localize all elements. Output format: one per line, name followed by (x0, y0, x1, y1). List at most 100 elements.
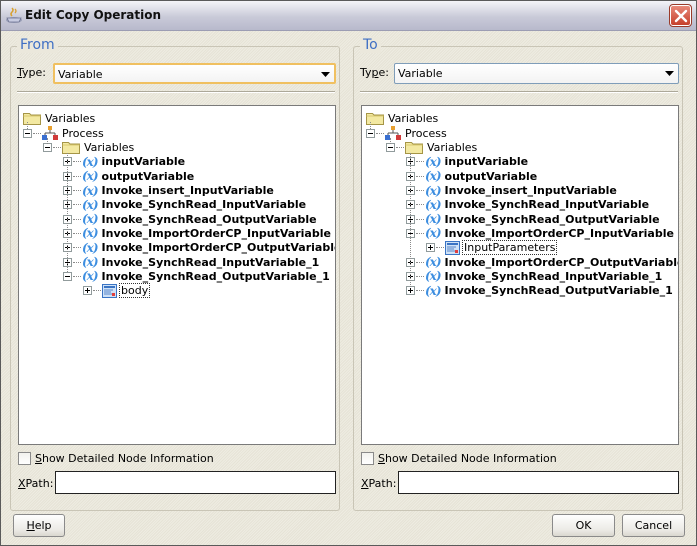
tree-node[interactable]: (x) Invoke_SynchRead_InputVariable_1 (406, 269, 662, 283)
tree-node-label: Variables (388, 111, 439, 125)
tree-node[interactable]: (x) inputVariable (63, 155, 185, 169)
tree-node-label: outputVariable (101, 169, 195, 183)
variable-icon: (x) (425, 169, 441, 184)
tree-node-label: Invoke_SynchRead_OutputVariable_1 (444, 284, 673, 298)
variable-icon: (x) (425, 183, 441, 198)
tree-node-label: Invoke_ImportOrderCP_InputVariable (444, 226, 674, 240)
variable-icon: (x) (425, 226, 441, 241)
tree-connector (436, 247, 444, 249)
chevron-down-icon (321, 72, 330, 77)
tree-connector (73, 218, 81, 220)
variable-icon: (x) (82, 183, 98, 198)
tree-connector (47, 138, 48, 144)
tree-node[interactable]: (x) Invoke_ImportOrderCP_OutputVariable (406, 255, 679, 269)
tree-node[interactable]: Variables (366, 111, 438, 125)
tree-connector (376, 132, 384, 134)
title-bar[interactable]: Edit Copy Operation (1, 1, 696, 31)
tree-node[interactable]: InputParameters (426, 240, 558, 256)
from-group: From Type: Variable Variables Process Vari… (10, 37, 340, 511)
variable-icon: (x) (425, 154, 441, 169)
tree-connector (416, 161, 424, 163)
tree-node-label: Invoke_SynchRead_InputVariable_1 (444, 269, 663, 283)
tree-node-label: Process (62, 126, 104, 140)
tree-connector (416, 290, 424, 292)
tree-node[interactable]: (x) Invoke_SynchRead_InputVariable (63, 198, 306, 212)
variable-icon: (x) (82, 226, 98, 241)
ok-button[interactable]: OK (552, 514, 615, 537)
collapse-icon[interactable] (386, 143, 395, 153)
tree-node[interactable]: Variables (23, 111, 95, 125)
variable-icon: (x) (425, 197, 441, 212)
folder-icon (62, 142, 80, 155)
collapse-icon[interactable] (23, 128, 32, 138)
to-tree[interactable]: Variables Process Variables (x) inputVariabl… (361, 105, 679, 445)
tree-node-label: Variables (427, 141, 478, 155)
variable-icon: (x) (82, 154, 98, 169)
tree-node-label: inputVariable (101, 155, 186, 169)
collapse-icon[interactable] (366, 128, 375, 138)
variable-icon: (x) (82, 197, 98, 212)
tree-node[interactable]: Process (366, 126, 447, 141)
cancel-button[interactable]: Cancel (622, 514, 685, 537)
tree-node[interactable]: (x) outputVariable (63, 169, 194, 183)
from-xpath-input[interactable] (55, 471, 336, 494)
tree-connector (370, 122, 371, 130)
tree-node[interactable]: Process (23, 126, 104, 141)
tree-node[interactable]: (x) Invoke_SynchRead_InputVariable (406, 198, 649, 212)
tree-node[interactable]: (x) Invoke_SynchRead_OutputVariable (406, 212, 660, 226)
variable-icon: (x) (82, 240, 98, 255)
tree-node-label: InputParameters (462, 240, 558, 256)
tree-node[interactable]: (x) Invoke_SynchRead_OutputVariable_1 (63, 269, 330, 283)
tree-node[interactable]: (x) Invoke_insert_InputVariable (406, 184, 617, 198)
tree-node-label: Invoke_SynchRead_OutputVariable (101, 212, 317, 226)
to-show-detail-checkbox[interactable] (361, 452, 374, 465)
tree-connector (53, 147, 61, 149)
tree-node[interactable]: (x) Invoke_ImportOrderCP_InputVariable (63, 226, 331, 240)
tree-node[interactable]: (x) Invoke_SynchRead_OutputVariable_1 (406, 284, 673, 298)
to-show-detail-label[interactable]: Show Detailed Node Information (378, 452, 557, 465)
tree-node[interactable]: Variables (386, 141, 477, 155)
tree-node-label: Invoke_ImportOrderCP_OutputVariable (444, 255, 679, 269)
tree-connector (73, 190, 81, 191)
expand-icon[interactable] (406, 286, 415, 296)
tree-node[interactable]: (x) Invoke_insert_InputVariable (63, 184, 274, 198)
from-show-detail-label[interactable]: Show Detailed Node Information (35, 452, 214, 465)
to-type-label: Type: (360, 66, 389, 79)
tree-node[interactable]: (x) Invoke_SynchRead_OutputVariable (63, 212, 317, 226)
tree-node-label: Invoke_insert_InputVariable (444, 184, 617, 197)
tree-connector (73, 232, 81, 234)
collapse-icon[interactable] (43, 143, 52, 153)
expand-icon[interactable] (426, 243, 435, 253)
to-xpath-input[interactable] (398, 471, 679, 494)
tree-connector (416, 275, 424, 277)
edit-copy-operation-dialog: Edit Copy Operation From Type: Variable … (0, 0, 697, 546)
tree-connector (416, 190, 424, 191)
tree-node[interactable]: (x) Invoke_SynchRead_InputVariable_1 (63, 255, 319, 269)
tree-connector (73, 204, 81, 206)
tree-node[interactable]: (x) inputVariable (406, 155, 528, 169)
tree-node[interactable]: (x) Invoke_ImportOrderCP_InputVariable (406, 226, 674, 240)
tree-connector (73, 247, 81, 249)
from-type-select[interactable]: Variable (53, 63, 336, 84)
chevron-down-icon (665, 71, 674, 76)
to-type-select[interactable]: Variable (394, 63, 679, 84)
collapse-icon[interactable] (63, 271, 72, 281)
message-part-icon (102, 283, 117, 298)
tree-node-label: Variables (84, 141, 135, 155)
tree-node[interactable]: (x) outputVariable (406, 169, 537, 183)
close-button[interactable] (669, 4, 692, 27)
tree-node[interactable]: (x) Invoke_ImportOrderCP_OutputVariable (63, 240, 335, 255)
tree-connector (73, 275, 81, 277)
variable-icon: (x) (82, 212, 98, 227)
expand-icon[interactable] (83, 286, 92, 296)
from-show-detail-checkbox[interactable] (18, 452, 31, 465)
tree-node-label: Variables (45, 111, 96, 125)
help-button[interactable]: Help (13, 514, 65, 537)
from-tree[interactable]: Variables Process Variables (x) inputVariabl… (18, 105, 336, 445)
tree-node[interactable]: body (83, 283, 151, 299)
variable-icon: (x) (425, 255, 441, 269)
variable-icon: (x) (425, 283, 441, 298)
folder-icon (366, 112, 384, 125)
tree-node[interactable]: Variables (43, 141, 134, 155)
tree-node-label: Invoke_ImportOrderCP_InputVariable (101, 226, 331, 240)
